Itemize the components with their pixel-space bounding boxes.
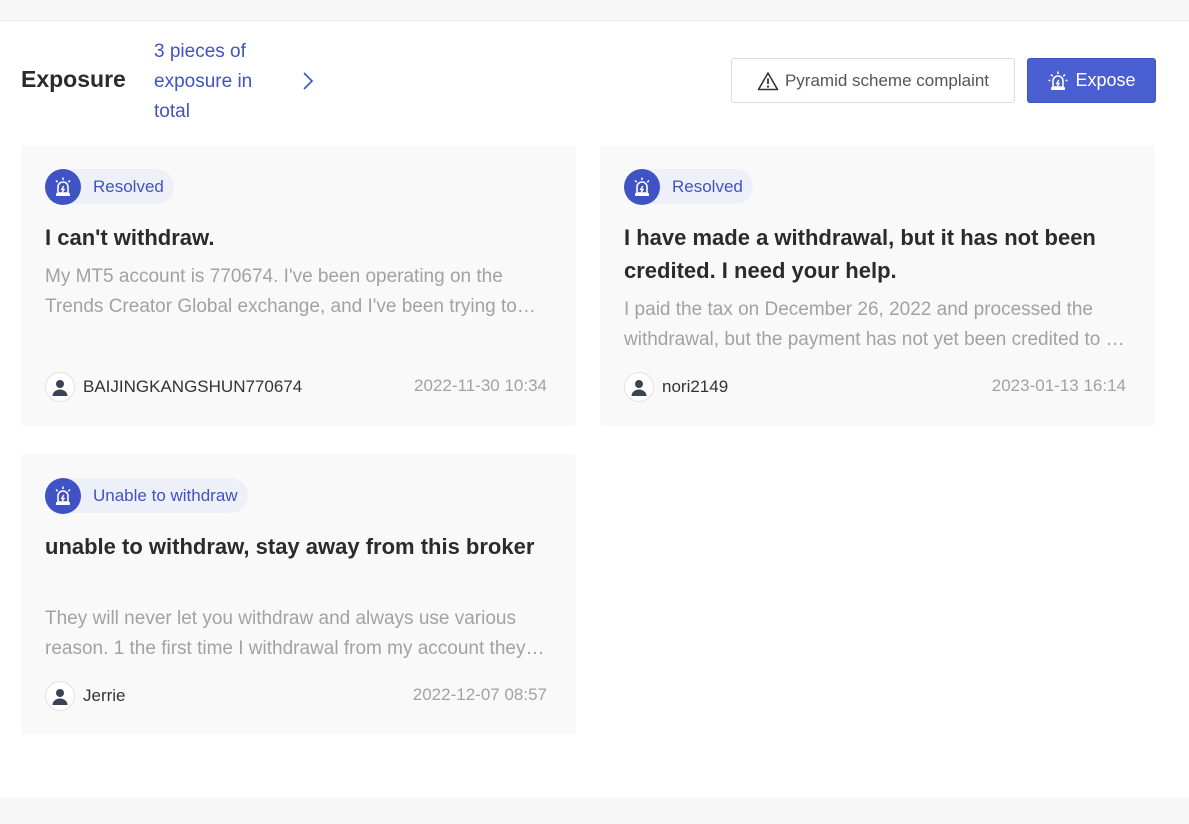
- status-badge: Resolved: [624, 168, 753, 205]
- card-author: Jerrie: [45, 681, 126, 711]
- exposure-card[interactable]: Unable to withdraw unable to withdraw, s…: [21, 454, 576, 735]
- siren-icon: [45, 168, 81, 205]
- status-label: Resolved: [93, 176, 164, 196]
- section-title: Exposure: [21, 66, 126, 92]
- author-name: BAIJINGKANGSHUN770674: [83, 377, 303, 396]
- status-label: Unable to withdraw: [93, 485, 238, 505]
- expose-label: Expose: [1075, 70, 1136, 90]
- status-badge: Resolved: [45, 168, 174, 205]
- exposure-card[interactable]: Resolved I have made a withdrawal, but i…: [600, 145, 1155, 426]
- card-title[interactable]: I have made a withdrawal, but it has not…: [624, 221, 1124, 287]
- exposure-count-link[interactable]: 3 pieces of exposure in total: [154, 37, 284, 127]
- card-excerpt: I paid the tax on December 26, 2022 and …: [624, 299, 1131, 350]
- card-excerpt: They will never let you withdraw and alw…: [45, 608, 526, 659]
- card-author: BAIJINGKANGSHUN770674: [45, 372, 302, 402]
- author-name: nori2149: [662, 377, 729, 396]
- siren-icon: [624, 168, 660, 205]
- siren-icon: [1048, 71, 1068, 90]
- warning-triangle-icon: [757, 71, 779, 90]
- card-date: 2022-11-30 10:34: [414, 376, 547, 395]
- card-title[interactable]: I can't withdraw.: [45, 221, 545, 254]
- user-icon: [45, 372, 75, 402]
- user-icon: [624, 372, 654, 402]
- chevron-right-icon[interactable]: [298, 68, 318, 94]
- card-date: 2023-01-13 16:14: [991, 376, 1126, 395]
- author-name: Jerrie: [83, 686, 126, 705]
- user-icon: [45, 681, 75, 711]
- expose-button[interactable]: Expose: [1027, 58, 1156, 103]
- exposure-card[interactable]: Resolved I can't withdraw. My MT5 accoun…: [21, 145, 576, 426]
- pyramid-complaint-button[interactable]: Pyramid scheme complaint: [731, 58, 1015, 103]
- siren-icon: [45, 477, 81, 514]
- card-excerpt: My MT5 account is 770674. I've been oper…: [45, 266, 517, 317]
- card-author: nori2149: [624, 372, 728, 402]
- card-date: 2022-12-07 08:57: [412, 685, 547, 704]
- status-label: Resolved: [672, 176, 743, 196]
- card-title[interactable]: unable to withdraw, stay away from this …: [45, 530, 545, 563]
- pyramid-complaint-label: Pyramid scheme complaint: [784, 70, 990, 90]
- status-badge: Unable to withdraw: [45, 477, 248, 514]
